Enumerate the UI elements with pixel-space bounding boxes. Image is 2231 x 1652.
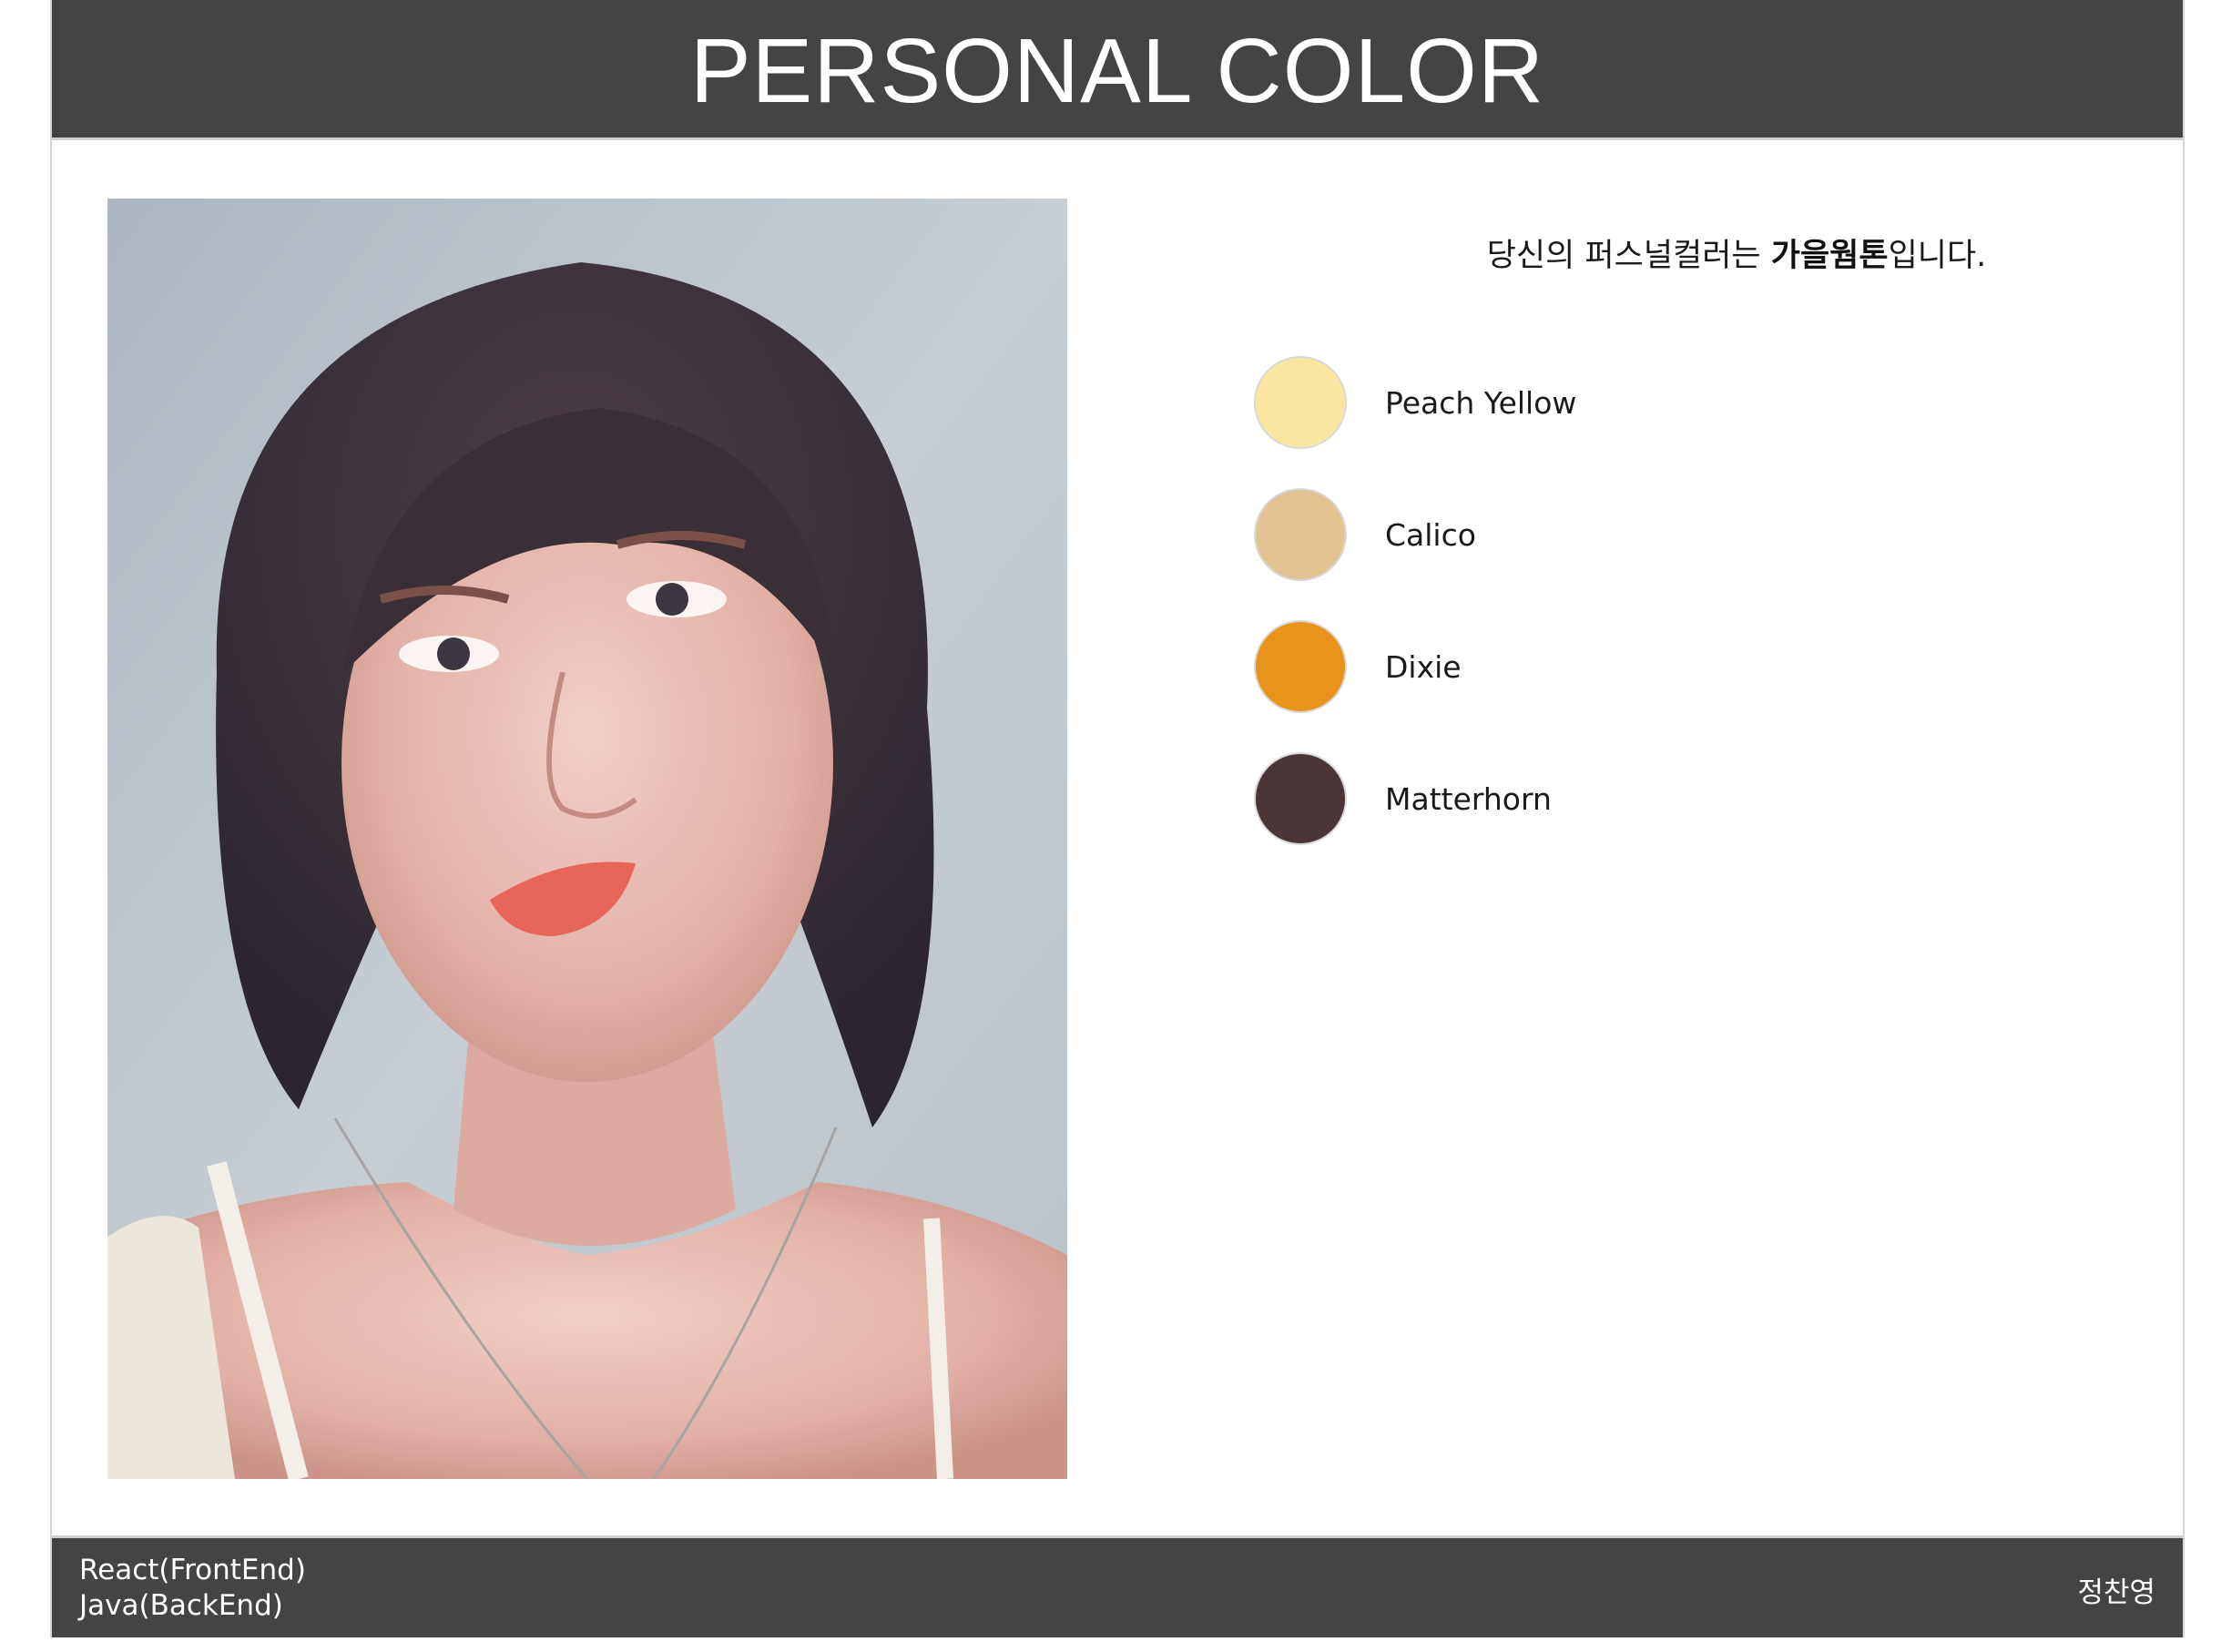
portrait-image xyxy=(107,199,1067,1479)
result-prefix: 당신의 퍼스널컬러는 xyxy=(1486,238,1771,274)
result-message: 당신의 퍼스널컬러는 가을웜톤입니다. xyxy=(1463,229,2010,276)
color-swatch xyxy=(1254,488,1347,581)
color-swatch xyxy=(1254,356,1347,449)
portrait-photo xyxy=(107,199,1067,1479)
palette-item: Dixie xyxy=(1254,619,2073,714)
color-palette: Peach Yellow Calico Dixie Matterhorn xyxy=(1254,355,2073,883)
palette-item: Calico xyxy=(1254,487,2073,582)
footer-bar: React(FrontEnd) Java(BackEnd) 정찬영 xyxy=(52,1535,2183,1637)
color-name: Peach Yellow xyxy=(1385,384,1577,421)
color-swatch xyxy=(1254,620,1347,713)
color-name: Calico xyxy=(1385,516,1476,553)
color-name: Matterhorn xyxy=(1385,780,1552,817)
result-tone: 가을웜톤 xyxy=(1770,238,1889,274)
result-suffix: 입니다. xyxy=(1888,238,1987,274)
result-panel: 당신의 퍼스널컬러는 가을웜톤입니다. Peach Yellow Calico … xyxy=(1254,229,2146,845)
page-title: PERSONAL COLOR xyxy=(689,19,1545,122)
frontend-label: React(FrontEnd) xyxy=(79,1554,306,1586)
header-bar: PERSONAL COLOR xyxy=(52,0,2183,140)
palette-item: Peach Yellow xyxy=(1254,355,2073,450)
page: PERSONAL COLOR 당신의 퍼스널컬러는 가을웜톤입니다. Peach… xyxy=(50,0,2185,1637)
color-name: Dixie xyxy=(1385,648,1462,685)
backend-label: Java(BackEnd) xyxy=(79,1589,283,1622)
author-name: 정찬영 xyxy=(2077,1576,2155,1609)
tech-stack: React(FrontEnd) Java(BackEnd) xyxy=(79,1553,306,1624)
palette-item: Matterhorn xyxy=(1254,751,2073,846)
color-swatch xyxy=(1254,752,1347,845)
